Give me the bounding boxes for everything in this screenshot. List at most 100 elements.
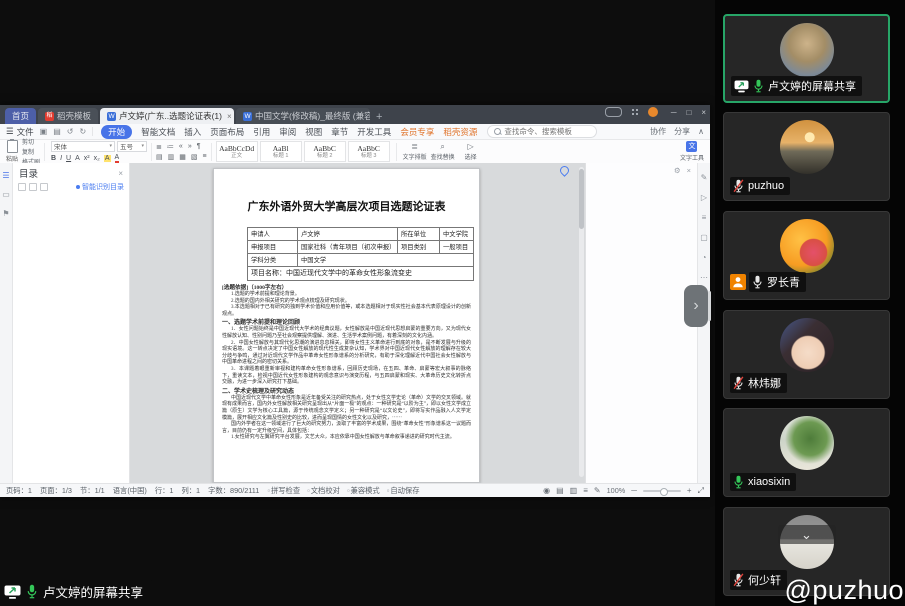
align-left-icon[interactable]: ▤ bbox=[156, 153, 163, 161]
status-toggle[interactable]: 文档校对 bbox=[307, 486, 340, 496]
redo-icon[interactable]: ↻ bbox=[79, 127, 86, 136]
home-tab[interactable]: 首页 bbox=[5, 108, 36, 124]
sidebar-collapse-handle[interactable]: › bbox=[684, 285, 708, 327]
smart-outline-link[interactable]: 智能识别目录 bbox=[76, 182, 124, 192]
collapse-ribbon-icon[interactable]: ∧ bbox=[698, 127, 704, 136]
style-preset[interactable]: AaBl 标题 1 bbox=[260, 141, 302, 162]
pin-icon[interactable] bbox=[558, 164, 571, 177]
zoom-slider-knob[interactable] bbox=[660, 488, 668, 496]
scrollbar-thumb[interactable] bbox=[579, 169, 584, 229]
paragraph-mark-icon[interactable]: ¶ bbox=[197, 143, 201, 151]
web-view-icon[interactable]: ▥ bbox=[570, 486, 578, 495]
document-tab[interactable]: W 中国文学(修改稿)_最终版 (兼容) bbox=[236, 108, 370, 124]
numbered-list-icon[interactable]: ≔ bbox=[167, 143, 174, 151]
paste-button[interactable]: 粘贴 bbox=[6, 140, 18, 163]
search-input[interactable] bbox=[504, 127, 590, 136]
account-avatar[interactable] bbox=[648, 107, 658, 117]
status-toggle[interactable]: 拼写检查 bbox=[267, 486, 300, 496]
font-effects-button[interactable]: A bbox=[75, 155, 80, 162]
outline-tool-icon[interactable] bbox=[18, 183, 26, 191]
highlight-color-button[interactable]: A bbox=[104, 155, 111, 162]
share-button[interactable]: 分享 bbox=[674, 126, 690, 137]
font-size-select[interactable]: 五号 ▾ bbox=[117, 141, 147, 152]
outline-tool-icon[interactable] bbox=[29, 183, 37, 191]
subscript-button[interactable]: x₂ bbox=[94, 155, 100, 162]
eye-protect-icon[interactable]: ◉ bbox=[543, 486, 550, 495]
outline-tool-icon[interactable] bbox=[40, 183, 48, 191]
command-search[interactable] bbox=[487, 125, 597, 138]
line-spacing-icon[interactable]: ≡ bbox=[203, 153, 207, 161]
cursor-icon[interactable]: ▷ bbox=[701, 193, 707, 202]
menu-tab[interactable]: 视图 bbox=[305, 126, 322, 138]
collapse-list-button[interactable]: ⌄ bbox=[778, 525, 836, 544]
style-preset[interactable]: AaBbC 标题 3 bbox=[348, 141, 390, 162]
status-toggle[interactable]: 自动保存 bbox=[387, 486, 420, 496]
outline-view-icon[interactable]: ≡ bbox=[583, 486, 588, 495]
italic-button[interactable]: I bbox=[60, 155, 62, 162]
undo-icon[interactable]: ↺ bbox=[67, 127, 74, 136]
pencil-icon[interactable]: ✎ bbox=[701, 173, 708, 182]
menu-tab[interactable]: 开始 bbox=[101, 125, 132, 139]
menu-tab[interactable]: 页面布局 bbox=[210, 126, 244, 138]
menu-tab[interactable]: 开发工具 bbox=[357, 126, 391, 138]
minimize-button[interactable]: ─ bbox=[671, 108, 677, 117]
save-icon[interactable]: ▣ bbox=[40, 127, 48, 136]
gear-icon[interactable]: ⚙ bbox=[674, 166, 681, 175]
bullet-list-icon[interactable]: ≣ bbox=[156, 143, 162, 151]
style-preset[interactable]: AaBbC 标题 2 bbox=[304, 141, 346, 162]
indent-icon[interactable]: » bbox=[188, 143, 192, 151]
maximize-button[interactable]: □ bbox=[686, 108, 691, 117]
participant-tile-puzhuo[interactable]: puzhuo bbox=[723, 112, 890, 201]
fullscreen-icon[interactable]: ⤢ bbox=[698, 486, 704, 496]
align-right-icon[interactable]: ▦ bbox=[179, 153, 186, 161]
document-canvas[interactable]: 广东外语外贸大学高层次项目选题论证表 申请人 卢文婷 所在单位 中文学院 申报项… bbox=[130, 163, 585, 483]
close-window-button[interactable]: × bbox=[701, 108, 706, 117]
menu-tab[interactable]: 稻壳资源 bbox=[443, 126, 477, 138]
participant-tile-luochangqing[interactable]: 罗长青 bbox=[723, 211, 890, 300]
menu-tab[interactable]: 审阅 bbox=[279, 126, 296, 138]
outline-icon[interactable]: ☰ bbox=[2, 171, 9, 180]
style-preset[interactable]: AaBbCcDd 正文 bbox=[216, 141, 258, 162]
close-icon[interactable]: × bbox=[118, 169, 123, 178]
close-icon[interactable]: × bbox=[687, 166, 691, 175]
align-center-icon[interactable]: ▥ bbox=[168, 153, 175, 161]
zoom-out-button[interactable]: ─ bbox=[631, 486, 637, 495]
menu-tab[interactable]: 会员专享 bbox=[400, 126, 434, 138]
status-toggle[interactable]: 兼容模式 bbox=[347, 486, 380, 496]
more-icon[interactable]: ⋯ bbox=[700, 273, 708, 282]
participant-tile-luwenting[interactable]: 卢文婷的屏幕共享 bbox=[723, 14, 890, 103]
bold-button[interactable]: B bbox=[51, 155, 56, 162]
file-menu-button[interactable]: ☰ 文件 bbox=[0, 126, 40, 138]
lines-icon[interactable]: ≡ bbox=[702, 213, 707, 222]
collaborate-button[interactable]: 协作 bbox=[650, 126, 666, 137]
justify-icon[interactable]: ▧ bbox=[191, 153, 198, 161]
read-mode-icon[interactable]: ✎ bbox=[594, 486, 601, 495]
ribbon-tool-button[interactable]: ⌕ 查找替换 bbox=[429, 142, 457, 161]
folder-icon[interactable]: ▭ bbox=[2, 190, 10, 199]
clipboard-action[interactable]: 剪切 bbox=[22, 137, 40, 146]
page-view-icon[interactable]: ▤ bbox=[556, 486, 564, 495]
participant-tile-xiaosixin[interactable]: xiaosixin bbox=[723, 408, 890, 497]
docer-template-tab[interactable]: 稻 稻壳模板 bbox=[38, 108, 98, 124]
ribbon-tool-button[interactable]: ≣ 文字排版 bbox=[401, 142, 429, 161]
bookmark-icon[interactable]: ⚑ bbox=[2, 209, 9, 218]
new-tab-button[interactable]: + bbox=[376, 111, 382, 123]
clock-icon[interactable]: ◔ bbox=[702, 253, 707, 262]
superscript-button[interactable]: x² bbox=[84, 155, 90, 162]
font-color-button[interactable]: A bbox=[115, 154, 120, 163]
zoom-slider[interactable] bbox=[643, 490, 681, 492]
box-icon[interactable]: ▢ bbox=[700, 233, 708, 242]
document-tab-active[interactable]: W 卢文婷(广东..选题论证表(1) × bbox=[100, 108, 234, 124]
clipboard-action[interactable]: 复制 bbox=[22, 147, 40, 156]
font-name-select[interactable]: 宋体 ▾ bbox=[51, 141, 115, 152]
menu-tab[interactable]: 章节 bbox=[331, 126, 348, 138]
zoom-in-button[interactable]: + bbox=[687, 486, 692, 495]
vertical-scrollbar[interactable] bbox=[579, 167, 584, 477]
message-icon[interactable] bbox=[605, 107, 622, 117]
participant-tile-linweina[interactable]: 林炜娜 bbox=[723, 310, 890, 399]
menu-tab[interactable]: 智能文档 bbox=[141, 126, 175, 138]
document-page[interactable]: 广东外语外贸大学高层次项目选题论证表 申请人 卢文婷 所在单位 中文学院 申报项… bbox=[213, 168, 480, 483]
menu-tab[interactable]: 插入 bbox=[184, 126, 201, 138]
ribbon-tool-button[interactable]: ▷ 选择 bbox=[457, 142, 485, 161]
underline-button[interactable]: U bbox=[66, 155, 71, 162]
